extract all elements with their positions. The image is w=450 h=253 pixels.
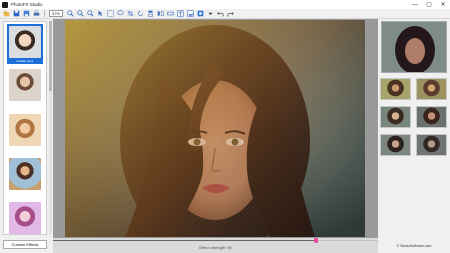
undo-icon[interactable] xyxy=(216,10,224,18)
canvas-area: Effect strength: 95 xyxy=(53,19,378,253)
thumbnail-list: Golden Hour xyxy=(3,21,47,235)
resize-icon[interactable] xyxy=(166,10,174,18)
thumbnail-item[interactable] xyxy=(7,67,43,107)
effect-thumbnail[interactable] xyxy=(416,78,447,100)
slider-handle[interactable] xyxy=(314,238,319,243)
preview-image xyxy=(382,22,446,72)
toolbar-separator xyxy=(44,10,45,17)
thumbnail-scrollbar[interactable] xyxy=(49,21,52,235)
effect-thumbnail[interactable] xyxy=(416,106,447,128)
photo-canvas[interactable] xyxy=(65,20,365,237)
zoom-level-field[interactable]: 37% xyxy=(49,10,63,17)
scrollbar-thumb[interactable] xyxy=(49,21,52,91)
thumbnail-item[interactable] xyxy=(7,112,43,152)
open-icon[interactable] xyxy=(2,10,10,18)
thumbnail-item[interactable] xyxy=(7,156,43,196)
pointer-icon[interactable] xyxy=(96,10,104,18)
effect-thumbnail[interactable] xyxy=(416,134,447,156)
thumbnail-item-selected[interactable]: Golden Hour xyxy=(7,24,43,64)
thumbnail-image xyxy=(9,114,41,146)
effects-thumbnail-panel: Golden Hour Custom Effects xyxy=(0,19,53,253)
app-title: PhotoFX Studio xyxy=(11,2,43,7)
zoom-fit-icon[interactable] xyxy=(86,10,94,18)
effect-strength-label: Effect strength: 95 xyxy=(199,245,232,250)
image-icon[interactable] xyxy=(186,10,194,18)
thumbnail-image xyxy=(9,26,41,58)
thumbnail-image xyxy=(9,158,41,190)
effect-thumbnail[interactable] xyxy=(380,78,411,100)
portrait-photo xyxy=(65,20,365,237)
flip-vertical-icon[interactable] xyxy=(146,10,154,18)
preview-panel: © StudioSoftware.com xyxy=(378,19,450,253)
effect-strength-slider[interactable] xyxy=(53,238,378,243)
redo-icon[interactable] xyxy=(226,10,234,18)
rotate-icon[interactable] xyxy=(136,10,144,18)
app-logo-icon xyxy=(2,1,8,8)
print-icon[interactable] xyxy=(32,10,40,18)
thumbnail-label: Golden Hour xyxy=(16,59,34,63)
crop-icon[interactable] xyxy=(126,10,134,18)
select-rect-icon[interactable] xyxy=(106,10,114,18)
effects-dropdown-chevron-icon[interactable] xyxy=(206,10,214,18)
title-bar: PhotoFX Studio — ▢ ✕ xyxy=(0,0,450,9)
text-icon[interactable] xyxy=(176,10,184,18)
effect-strength-bar: Effect strength: 95 xyxy=(53,238,378,253)
flip-horizontal-icon[interactable] xyxy=(156,10,164,18)
maximize-button[interactable]: ▢ xyxy=(422,0,436,9)
zoom-in-icon[interactable] xyxy=(66,10,74,18)
close-button[interactable]: ✕ xyxy=(436,0,450,9)
thumbnail-image xyxy=(9,69,41,101)
save-icon[interactable] xyxy=(12,10,20,18)
custom-effects-button[interactable]: Custom Effects xyxy=(3,240,47,249)
toolbar: 37% xyxy=(0,9,450,19)
window-controls: — ▢ ✕ xyxy=(408,0,450,9)
effect-preview xyxy=(381,21,447,73)
effect-thumbnail[interactable] xyxy=(380,106,411,128)
lasso-icon[interactable] xyxy=(116,10,124,18)
save-as-icon[interactable] xyxy=(22,10,30,18)
zoom-out-icon[interactable] xyxy=(76,10,84,18)
effect-thumbnail[interactable] xyxy=(380,134,411,156)
minimize-button[interactable]: — xyxy=(408,0,422,9)
effects-icon[interactable] xyxy=(196,10,204,18)
thumbnail-item[interactable] xyxy=(7,200,43,234)
thumbnail-image xyxy=(9,202,41,234)
slider-fill xyxy=(53,240,317,241)
site-label: © StudioSoftware.com xyxy=(396,244,432,248)
